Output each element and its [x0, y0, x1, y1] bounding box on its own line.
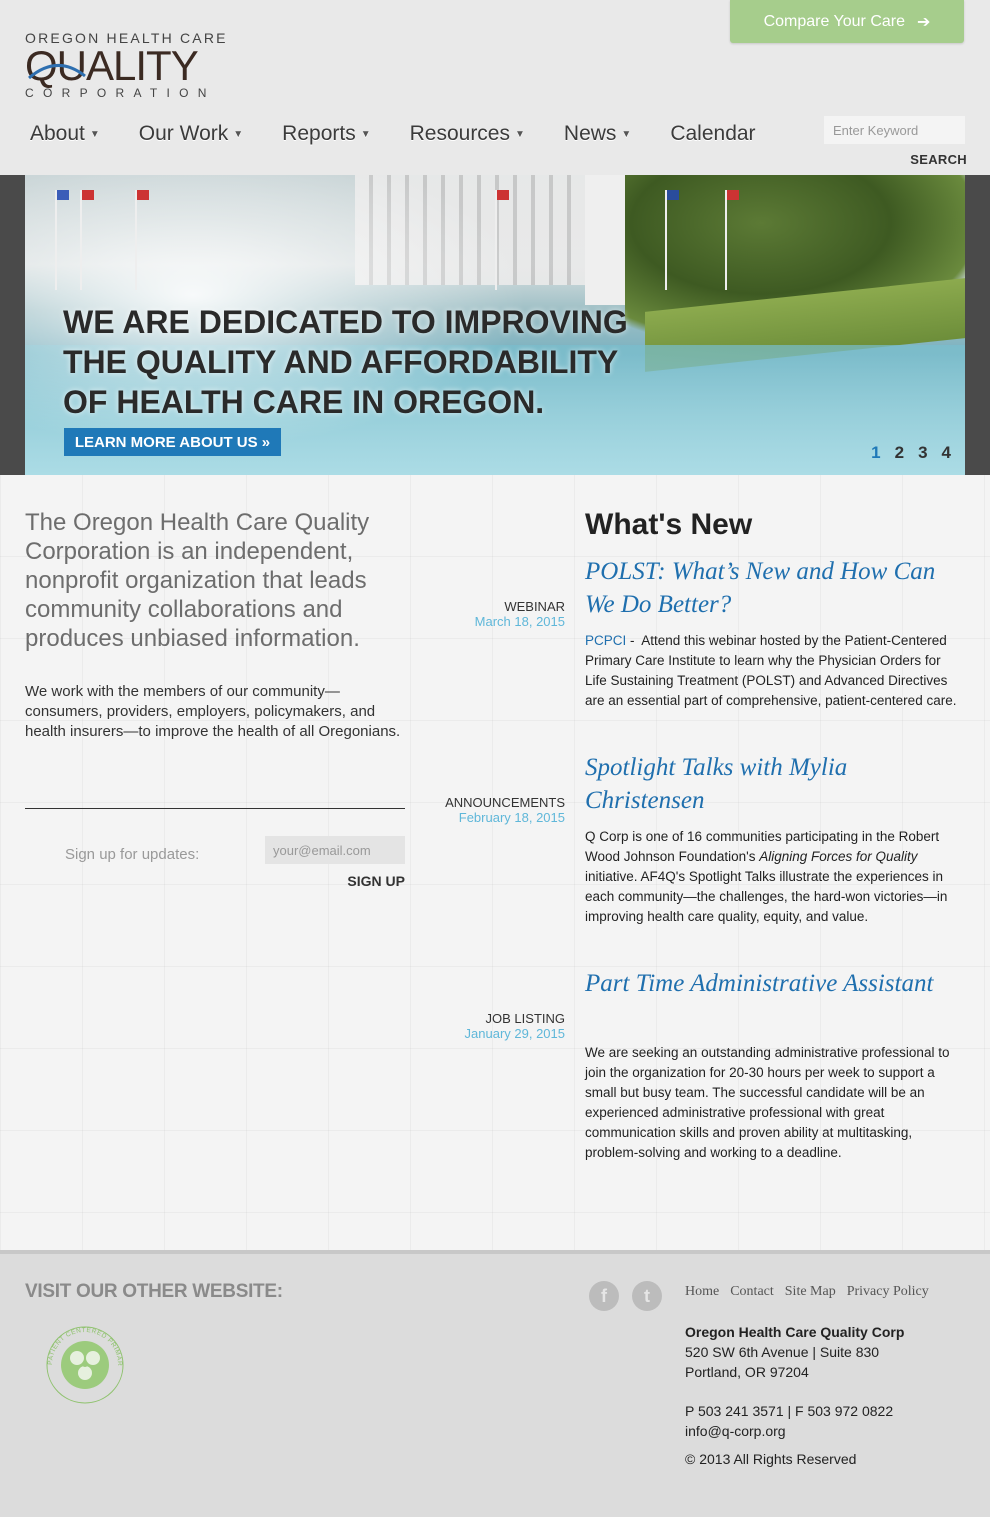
slide-dot-1[interactable]: 1	[871, 443, 880, 463]
logo-main-text: QUALITY	[25, 42, 199, 89]
hero-banner-frame: WE ARE DEDICATED TO IMPROVING THE QUALIT…	[0, 175, 990, 475]
nav-item-about[interactable]: About ▼	[30, 122, 100, 146]
caret-down-icon: ▼	[89, 128, 100, 140]
pcpci-logo[interactable]: PATIENT CENTERED PRIMARY CARE INSTITUTE	[44, 1324, 126, 1406]
flag-icon	[80, 190, 94, 290]
search-input[interactable]	[824, 116, 965, 144]
nav-item-resources[interactable]: Resources ▼	[410, 122, 525, 146]
footer-contact: P 503 241 3571 | F 503 972 0822 info@q-c…	[685, 1401, 893, 1441]
email-link[interactable]: info@q-corp.org	[685, 1421, 893, 1441]
search-button[interactable]: SEARCH	[905, 152, 967, 167]
news-tag-link[interactable]: PCPCI	[585, 633, 626, 648]
footer-link-site-map[interactable]: Site Map	[785, 1284, 836, 1300]
nav-item-our-work[interactable]: Our Work ▼	[139, 122, 243, 146]
footer-links: Home Contact Site Map Privacy Policy	[685, 1284, 929, 1300]
footer-link-privacy-policy[interactable]: Privacy Policy	[847, 1284, 929, 1300]
compare-your-care-button[interactable]: Compare Your Care ➔	[730, 0, 964, 43]
news-title-link[interactable]: Part Time Administrative Assistant	[585, 967, 965, 1000]
slide-pager: 1 2 3 4	[871, 443, 951, 463]
news-date: February 18, 2015	[458, 810, 565, 825]
slide-dot-4[interactable]: 4	[942, 443, 951, 463]
flag-icon	[495, 190, 509, 290]
signup-label: Sign up for updates:	[65, 846, 200, 863]
news-date: January 29, 2015	[464, 1026, 565, 1041]
slide-dot-3[interactable]: 3	[918, 443, 927, 463]
caret-down-icon: ▼	[515, 128, 525, 140]
facebook-icon[interactable]: f	[589, 1281, 619, 1311]
footer-link-home[interactable]: Home	[685, 1284, 719, 1300]
twitter-icon[interactable]: t	[632, 1281, 662, 1311]
hero-headline: WE ARE DEDICATED TO IMPROVING THE QUALIT…	[63, 304, 628, 420]
hero-slider: WE ARE DEDICATED TO IMPROVING THE QUALIT…	[25, 175, 965, 475]
flag-icon	[135, 190, 149, 290]
address-line-2: Portland, OR 97204	[685, 1364, 809, 1380]
news-meta: JOB LISTING January 29, 2015	[365, 1011, 565, 1041]
news-title-link[interactable]: POLST: What’s New and How Can We Do Bett…	[585, 555, 965, 621]
news-meta: ANNOUNCEMENTS February 18, 2015	[365, 795, 565, 825]
news-body: We are seeking an outstanding administra…	[585, 1045, 950, 1160]
divider	[25, 808, 405, 809]
main-nav: About ▼ Our Work ▼ Reports ▼ Resources ▼ New…	[30, 122, 795, 146]
intro-body: We work with the members of our communit…	[25, 683, 401, 740]
copyright: © 2013 All Rights Reserved	[685, 1451, 857, 1467]
site-footer: VISIT OUR OTHER WEBSITE: PATIENT CENTERE…	[0, 1250, 990, 1517]
visit-other-website-label: VISIT OUR OTHER WEBSITE:	[25, 1281, 283, 1302]
intro-lead: The Oregon Health Care Quality Corporati…	[25, 509, 370, 652]
news-body: Q Corp is one of 16 communities particip…	[585, 829, 948, 924]
nav-item-calendar[interactable]: Calendar	[670, 122, 755, 146]
arrow-right-icon: ➔	[917, 13, 931, 31]
logo-swoosh-icon	[28, 64, 86, 80]
footer-address: Oregon Health Care Quality Corp 520 SW 6…	[685, 1322, 904, 1382]
caret-down-icon: ▼	[360, 128, 371, 140]
learn-more-button[interactable]: LEARN MORE ABOUT US »	[64, 428, 281, 456]
news-meta: WEBINAR March 18, 2015	[365, 599, 565, 629]
caret-down-icon: ▼	[233, 128, 244, 140]
news-type: WEBINAR	[504, 599, 565, 614]
news-type: JOB LISTING	[485, 1011, 565, 1026]
caret-down-icon: ▼	[621, 128, 632, 140]
sign-up-button[interactable]: SIGN UP	[330, 873, 405, 889]
news-title-link[interactable]: Spotlight Talks with Mylia Christensen	[585, 751, 965, 817]
site-header: OREGON HEALTH CARE QUALITY CORPORATION C…	[0, 0, 990, 175]
address-line-1: 520 SW 6th Avenue | Suite 830	[685, 1344, 880, 1360]
footer-link-contact[interactable]: Contact	[730, 1284, 774, 1300]
email-field[interactable]	[265, 836, 405, 864]
phone-fax: P 503 241 3571 | F 503 972 0822	[685, 1403, 894, 1419]
flag-icon	[55, 190, 69, 290]
nav-item-reports[interactable]: Reports ▼	[282, 122, 370, 146]
flag-icon	[665, 190, 679, 290]
news-body: PCPCI - Attend this webinar hosted by th…	[585, 633, 957, 708]
slide-dot-2[interactable]: 2	[895, 443, 904, 463]
main-content: The Oregon Health Care Quality Corporati…	[0, 475, 990, 1250]
org-name: Oregon Health Care Quality Corp	[685, 1324, 905, 1340]
news-date: March 18, 2015	[474, 614, 565, 629]
whats-new-heading: What's New	[585, 508, 753, 541]
site-logo[interactable]: OREGON HEALTH CARE QUALITY CORPORATION	[25, 30, 240, 110]
flag-icon	[725, 190, 739, 290]
news-type: ANNOUNCEMENTS	[445, 795, 565, 810]
nav-item-news[interactable]: News ▼	[564, 122, 631, 146]
